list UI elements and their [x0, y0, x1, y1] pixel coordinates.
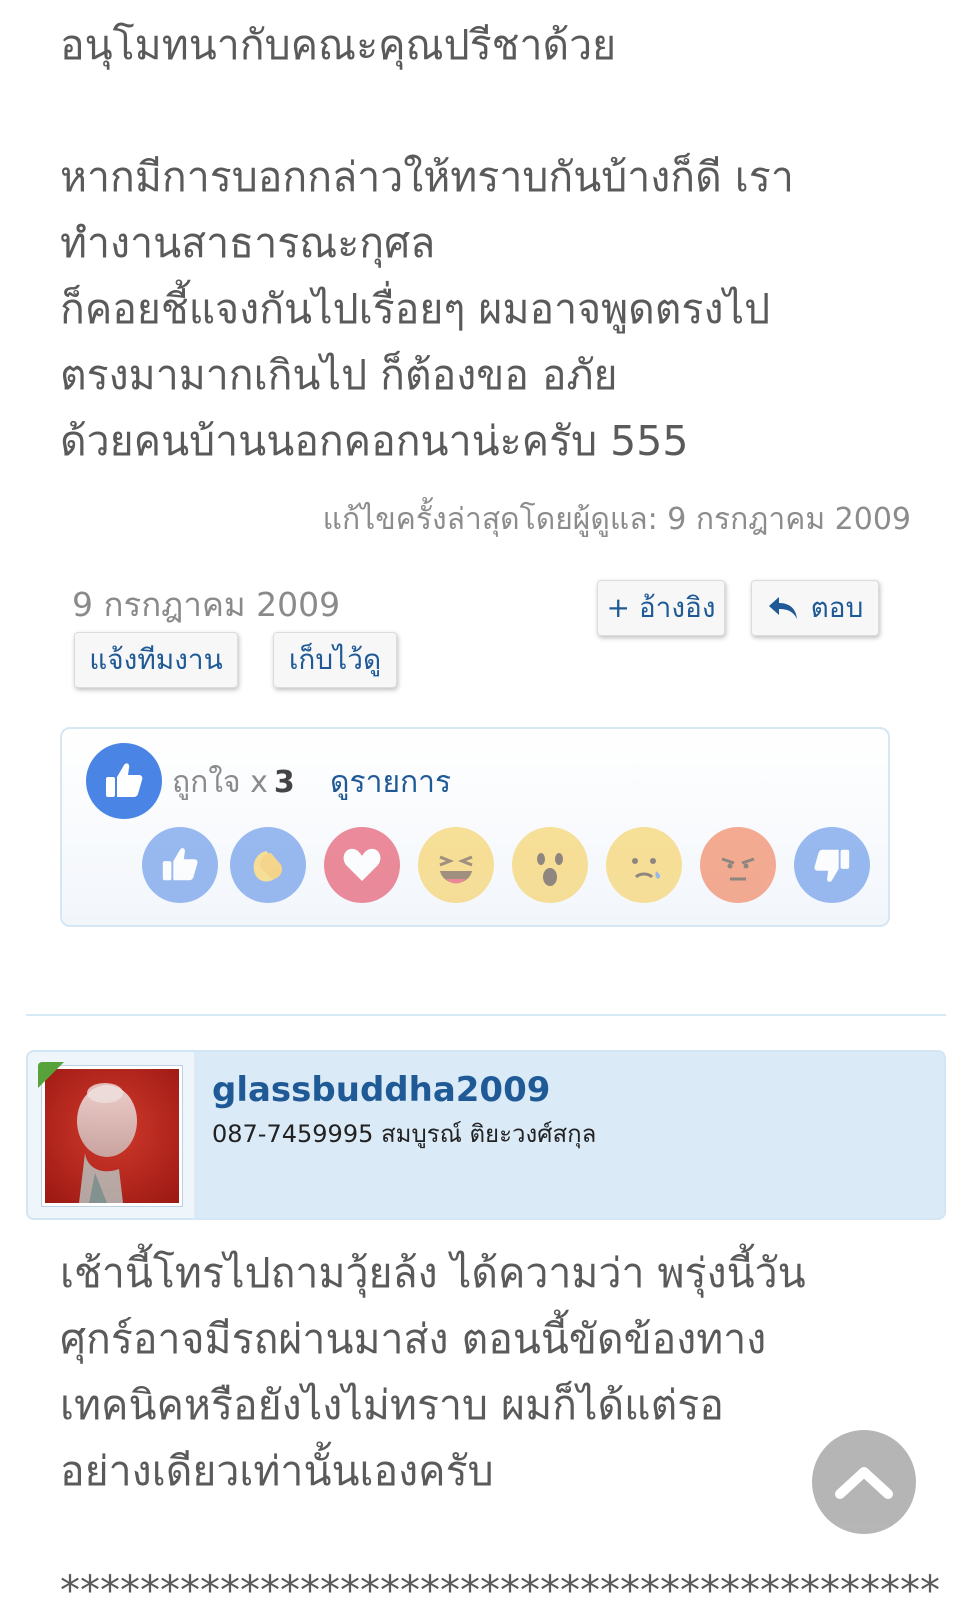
- laugh-icon[interactable]: [418, 827, 494, 903]
- separator-line: ****************************************…: [60, 1568, 940, 1614]
- online-status-icon: [38, 1062, 64, 1088]
- chevron-up-icon: [835, 1467, 893, 1499]
- wow-icon[interactable]: [512, 827, 588, 903]
- post-date: 9 กรกฎาคม 2009: [72, 585, 341, 624]
- sad-icon[interactable]: [606, 827, 682, 903]
- dislike-icon[interactable]: [794, 827, 870, 903]
- user-info-card: glassbuddha2009 087-7459995 สมบูรณ์ ติยะ…: [26, 1050, 946, 1220]
- angry-icon[interactable]: [700, 827, 776, 903]
- like-icon[interactable]: [142, 827, 218, 903]
- reply-arrow-icon: [767, 595, 799, 621]
- post-message-text: อนุโมทนากับคณะคุณปรีชาด้วย หากมีการบอกกล…: [60, 21, 794, 465]
- like-count: 3: [273, 765, 295, 800]
- scroll-to-top-button[interactable]: [812, 1430, 916, 1534]
- report-button[interactable]: แจ้งทีมงาน: [74, 632, 238, 688]
- post-message-text: เช้านี้โทรไปถามวุ้ยล้ง ได้ความว่า พรุ่งน…: [60, 1249, 806, 1495]
- bookmark-button[interactable]: เก็บไว้ดู: [273, 632, 397, 688]
- username-link[interactable]: glassbuddha2009: [212, 1070, 550, 1110]
- reply-button[interactable]: ตอบ: [751, 580, 879, 636]
- reaction-panel: ถูกใจ x3 ดูรายการ: [60, 727, 890, 927]
- last-edited-note: แก้ไขครั้งล่าสุดโดยผู้ดูแล: 9 กรกฎาคม 20…: [322, 502, 911, 537]
- quote-button[interactable]: + อ้างอิง: [597, 580, 725, 636]
- like-label: ถูกใจ x: [172, 765, 268, 800]
- heart-icon[interactable]: [324, 827, 400, 903]
- avatar-cell: [28, 1052, 194, 1218]
- post-divider: [26, 1014, 946, 1016]
- like-summary-icon: [86, 743, 162, 819]
- user-title: 087-7459995 สมบูรณ์ ติยะวงศ์สกุล: [212, 1120, 597, 1148]
- like-count-text: ถูกใจ x3: [172, 759, 295, 806]
- clap-icon[interactable]: [230, 827, 306, 903]
- view-reaction-list-link[interactable]: ดูรายการ: [330, 759, 451, 806]
- reply-label: ตอบ: [810, 591, 864, 624]
